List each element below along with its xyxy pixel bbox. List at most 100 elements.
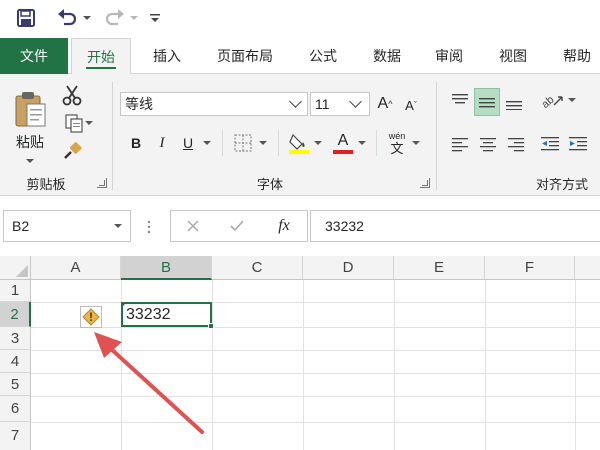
column-header-c[interactable]: C [212, 256, 303, 280]
column-header-d[interactable]: D [303, 256, 394, 280]
select-all-triangle-icon [16, 265, 28, 277]
confirm-entry-button[interactable] [225, 215, 249, 237]
borders-dropdown[interactable] [256, 132, 270, 154]
clipboard-dialog-launcher[interactable] [97, 178, 107, 188]
phonetic-dropdown[interactable] [410, 132, 422, 154]
align-top-button[interactable] [448, 88, 472, 112]
phonetic-guide-button[interactable]: wén 文 [384, 128, 410, 158]
undo-dropdown[interactable] [81, 6, 93, 30]
column-header-g[interactable] [575, 256, 600, 280]
orientation-dropdown[interactable] [566, 92, 578, 108]
column-header-b[interactable]: B [121, 256, 212, 280]
format-painter-icon [64, 142, 82, 159]
tab-formulas[interactable]: 公式 [298, 38, 348, 74]
align-bottom-button[interactable] [502, 88, 526, 116]
scissors-icon [62, 85, 82, 106]
font-name-combo[interactable]: 等线 [120, 92, 308, 116]
chevron-down-icon [349, 95, 362, 108]
formula-buttons: fx [170, 210, 308, 242]
chevron-down-icon [203, 141, 211, 145]
cancel-entry-button[interactable] [181, 215, 205, 237]
formula-bar-grip[interactable] [147, 218, 151, 236]
row-header-6[interactable]: 6 [0, 396, 31, 422]
increase-indent-icon [569, 137, 587, 151]
column-header-e[interactable]: E [394, 256, 485, 280]
font-color-button[interactable]: A [330, 130, 356, 156]
chevron-down-icon [26, 159, 34, 163]
formula-input[interactable]: 33232 [310, 210, 600, 242]
caret-down-icon: ˇ [413, 100, 417, 110]
chevron-down-icon [412, 141, 420, 145]
align-top-icon [452, 94, 468, 104]
tab-data[interactable]: 数据 [362, 38, 412, 74]
font-dialog-launcher[interactable] [420, 178, 430, 188]
borders-icon [234, 134, 252, 152]
chevron-down-icon [114, 224, 122, 228]
row-header-5[interactable]: 5 [0, 373, 31, 396]
fill-color-dropdown[interactable] [312, 132, 324, 154]
undo-icon [58, 9, 77, 26]
separator [278, 130, 279, 156]
tab-view[interactable]: 视图 [488, 38, 538, 74]
shrink-font-button[interactable]: Aˇ [400, 94, 422, 116]
checkmark-icon [230, 220, 244, 232]
column-header-f[interactable]: F [485, 256, 575, 280]
tab-review[interactable]: 审阅 [424, 38, 474, 74]
ribbon-home: 粘贴 剪贴板 等线 11 A ^ A ˇ B I U A wén 文 字体 ab… [0, 74, 600, 196]
font-color-label: A [337, 132, 349, 149]
align-center-icon [480, 138, 496, 152]
underline-button[interactable]: U [178, 132, 198, 154]
row-header-3[interactable]: 3 [0, 327, 31, 350]
fill-color-button[interactable] [286, 130, 312, 156]
ribbon-tabs: 文件 开始 插入 页面布局 公式 数据 审阅 视图 帮助 [0, 38, 600, 75]
row-header-2[interactable]: 2 [0, 302, 31, 327]
row-header-4[interactable]: 4 [0, 350, 31, 373]
phonetic-top-label: wén [388, 130, 406, 141]
separator [376, 130, 377, 156]
increase-indent-button[interactable] [566, 132, 590, 156]
font-size-combo[interactable]: 11 [310, 92, 370, 116]
italic-button[interactable]: I [152, 132, 172, 154]
tab-page-layout[interactable]: 页面布局 [206, 38, 284, 74]
name-box[interactable]: B2 [3, 210, 131, 242]
redo-dropdown[interactable] [128, 6, 140, 30]
paint-bucket-icon [289, 133, 309, 154]
decrease-indent-icon [541, 137, 559, 151]
format-painter-button[interactable] [58, 138, 86, 164]
chevron-down-icon [85, 121, 93, 125]
align-middle-button[interactable] [474, 88, 500, 116]
orientation-button[interactable]: ab [538, 88, 566, 112]
font-color-dropdown[interactable] [356, 132, 368, 154]
insert-function-button[interactable]: fx [271, 215, 297, 237]
row-header-1[interactable]: 1 [0, 280, 31, 302]
chevron-down-icon [568, 98, 576, 102]
grow-font-button[interactable]: A ^ [374, 92, 396, 116]
chevron-down-icon [83, 16, 91, 20]
save-icon [17, 9, 35, 27]
tab-insert[interactable]: 插入 [142, 38, 192, 74]
align-right-button[interactable] [504, 132, 528, 156]
underline-dropdown[interactable] [200, 132, 214, 154]
tab-file[interactable]: 文件 [0, 38, 68, 74]
gridline [485, 280, 486, 450]
save-button[interactable] [14, 6, 38, 30]
tab-home[interactable]: 开始 [71, 38, 131, 75]
customize-qat-button[interactable] [146, 6, 164, 30]
borders-button[interactable] [232, 132, 254, 154]
row-header-7[interactable]: 7 [0, 422, 31, 450]
close-icon [187, 220, 199, 232]
paste-button[interactable]: 粘贴 [10, 82, 50, 172]
decrease-indent-button[interactable] [538, 132, 562, 156]
tab-help[interactable]: 帮助 [552, 38, 600, 74]
redo-button[interactable] [102, 6, 128, 30]
column-header-a[interactable]: A [31, 256, 121, 280]
cut-button[interactable] [58, 82, 86, 108]
select-all-button[interactable] [0, 256, 31, 280]
copy-button[interactable] [58, 110, 98, 136]
align-left-button[interactable] [448, 132, 472, 156]
annotation-arrow-icon [94, 332, 204, 434]
alignment-group-label: 对齐方式 [536, 177, 589, 192]
bold-button[interactable]: B [126, 132, 146, 154]
align-center-button[interactable] [476, 132, 500, 156]
undo-button[interactable] [54, 6, 80, 30]
